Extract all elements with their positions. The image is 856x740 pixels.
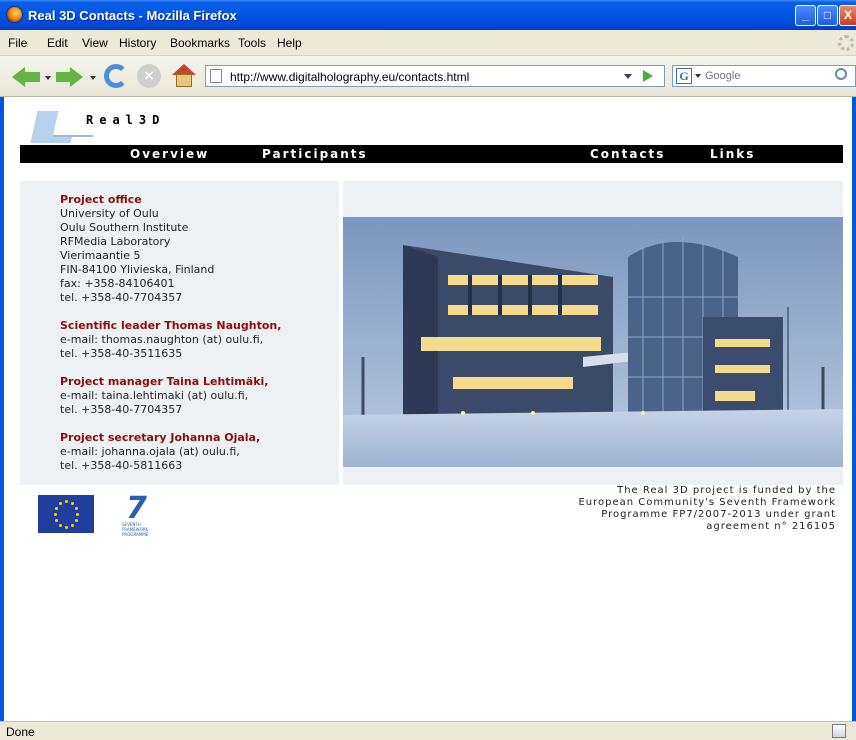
home-icon[interactable] bbox=[172, 64, 196, 88]
url-history-dropdown-icon[interactable] bbox=[624, 74, 632, 79]
menu-history[interactable]: History bbox=[119, 36, 156, 50]
menu-help[interactable]: Help bbox=[277, 36, 302, 50]
funding-notice: The Real 3D project is funded by the Eur… bbox=[536, 485, 836, 533]
nav-contacts-link[interactable]: Contacts bbox=[590, 147, 665, 161]
google-icon[interactable]: G bbox=[676, 68, 692, 84]
site-name: Real3D bbox=[86, 113, 166, 127]
url-text[interactable]: http://www.digitalholography.eu/contacts… bbox=[230, 70, 469, 84]
status-text: Done bbox=[6, 725, 35, 739]
funding-line: agreement n° 216105 bbox=[706, 521, 836, 532]
forward-history-dropdown[interactable] bbox=[90, 76, 96, 80]
search-input[interactable] bbox=[705, 68, 825, 84]
go-icon[interactable] bbox=[643, 70, 653, 82]
menu-tools[interactable]: Tools bbox=[238, 36, 266, 50]
search-icon[interactable] bbox=[835, 68, 847, 80]
funding-line: The Real 3D project is funded by the bbox=[617, 485, 836, 496]
person-heading: Project manager Taina Lehtimäki, bbox=[60, 375, 269, 388]
address-line: Oulu Southern Institute bbox=[60, 221, 189, 234]
menu-file[interactable]: File bbox=[8, 36, 27, 50]
contact-panel: Project office University of Oulu Oulu S… bbox=[20, 181, 339, 485]
back-history-dropdown[interactable] bbox=[45, 76, 51, 80]
window-title: Real 3D Contacts - Mozilla Firefox bbox=[28, 8, 237, 23]
menu-bookmarks[interactable]: Bookmarks bbox=[170, 36, 230, 50]
address-line: RFMedia Laboratory bbox=[60, 235, 171, 248]
menu-view[interactable]: View bbox=[82, 36, 108, 50]
page-icon bbox=[210, 69, 222, 83]
contact-person-block: Project manager Taina Lehtimäki, e-mail:… bbox=[60, 375, 268, 417]
contact-person-block: Project secretary Johanna Ojala, e-mail:… bbox=[60, 431, 260, 473]
tel-line: tel. +358-40-5811663 bbox=[60, 459, 183, 472]
address-line: FIN-84100 Ylivieska, Finland bbox=[60, 263, 215, 276]
email-line: e-mail: thomas.naughton (at) oulu.fi, bbox=[60, 333, 264, 346]
search-bar: G bbox=[672, 65, 856, 87]
project-office-heading: Project office bbox=[60, 193, 142, 206]
fp7-logo-mark: 7 bbox=[126, 491, 147, 526]
address-line: University of Oulu bbox=[60, 207, 159, 220]
person-heading: Scientific leader Thomas Naughton, bbox=[60, 319, 282, 332]
email-line: e-mail: taina.lehtimaki (at) oulu.fi, bbox=[60, 389, 249, 402]
address-bar[interactable]: http://www.digitalholography.eu/contacts… bbox=[205, 65, 665, 87]
fax-line: fax: +358-84106401 bbox=[60, 277, 175, 290]
menu-bar: File Edit View History Bookmarks Tools H… bbox=[0, 30, 856, 56]
email-line: e-mail: johanna.ojala (at) oulu.fi, bbox=[60, 445, 240, 458]
forward-arrow-icon[interactable] bbox=[54, 67, 84, 87]
project-office-block: Project office University of Oulu Oulu S… bbox=[60, 193, 214, 305]
tel-line: tel. +358-40-3511635 bbox=[60, 347, 183, 360]
close-button[interactable]: X bbox=[839, 5, 856, 26]
nav-overview-link[interactable]: Overview bbox=[130, 147, 209, 161]
reload-icon[interactable] bbox=[104, 64, 128, 88]
fp7-logo: 7 SEVENTH FRAMEWORK PROGRAMME bbox=[116, 491, 164, 537]
firefox-icon bbox=[6, 6, 23, 23]
funding-line: Programme FP7/2007-2013 under grant bbox=[601, 509, 836, 520]
back-arrow-icon[interactable] bbox=[12, 67, 42, 87]
building-photo bbox=[343, 217, 843, 467]
throbber-icon bbox=[838, 35, 854, 51]
status-page-icon[interactable] bbox=[832, 724, 846, 738]
tel-line: tel. +358-40-7704357 bbox=[60, 403, 183, 416]
menu-edit[interactable]: Edit bbox=[47, 36, 68, 50]
eu-flag-logo bbox=[38, 495, 94, 533]
status-bar: Done bbox=[0, 721, 856, 740]
tel-line: tel. +358-40-7704357 bbox=[60, 291, 183, 304]
minimize-button[interactable]: _ bbox=[795, 5, 816, 26]
person-heading: Project secretary Johanna Ojala, bbox=[60, 431, 261, 444]
address-line: Vierimaantie 5 bbox=[60, 249, 141, 262]
stop-icon[interactable]: × bbox=[137, 64, 161, 88]
photo-panel bbox=[343, 181, 843, 485]
nav-participants-link[interactable]: Participants bbox=[262, 147, 368, 161]
contact-person-block: Scientific leader Thomas Naughton, e-mai… bbox=[60, 319, 281, 361]
page-viewport: Real3D Overview Participants Contacts Li… bbox=[0, 97, 856, 721]
maximize-button[interactable]: □ bbox=[817, 5, 838, 26]
fp7-logo-caption: SEVENTH FRAMEWORK PROGRAMME bbox=[122, 522, 149, 537]
nav-links-link[interactable]: Links bbox=[710, 147, 755, 161]
window-title-bar[interactable]: Real 3D Contacts - Mozilla Firefox _ □ X bbox=[0, 0, 856, 30]
search-engine-dropdown-icon[interactable] bbox=[695, 74, 701, 78]
site-navigation: Overview Participants Contacts Links bbox=[20, 145, 843, 163]
funding-line: European Community's Seventh Framework bbox=[578, 497, 836, 508]
navigation-toolbar: × http://www.digitalholography.eu/contac… bbox=[0, 56, 856, 97]
